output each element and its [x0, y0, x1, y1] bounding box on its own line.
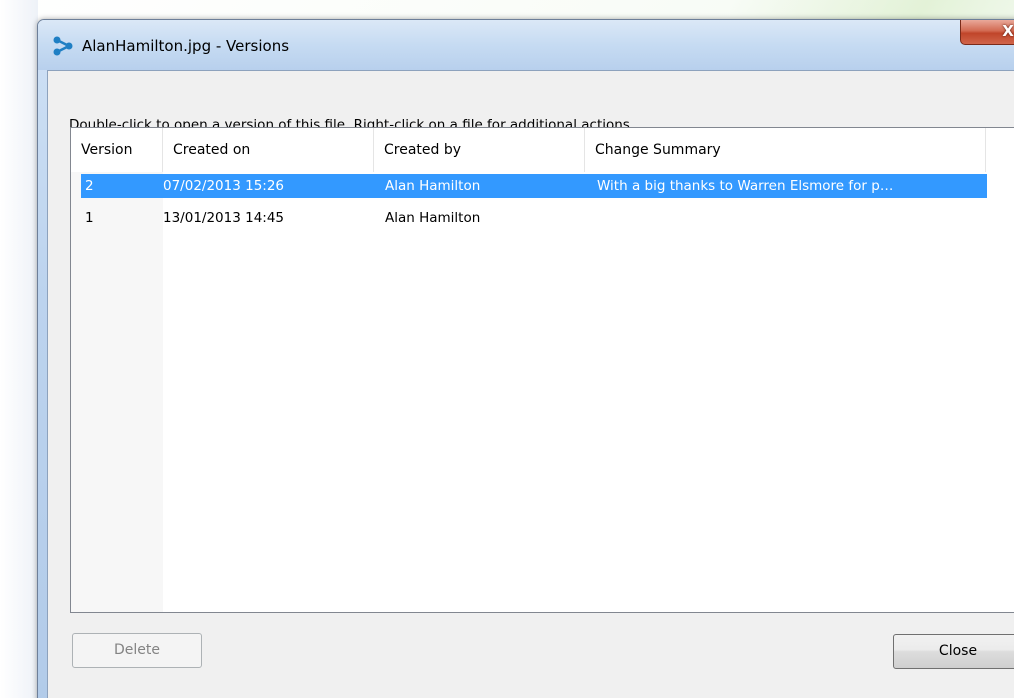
cell-created-on: 07/02/2013 15:26 — [163, 178, 285, 194]
column-header-created-by[interactable]: Created by — [374, 128, 585, 172]
column-header-change-summary[interactable]: Change Summary — [585, 128, 986, 172]
column-header-created-on[interactable]: Created on — [163, 128, 374, 172]
versions-list[interactable]: Version Created on Created by Change Sum… — [70, 127, 1014, 613]
column-header-version[interactable]: Version — [71, 128, 163, 172]
cell-change-summary — [597, 206, 983, 230]
cell-created-by: Alan Hamilton — [385, 178, 481, 194]
version-column-background — [71, 128, 163, 612]
delete-button[interactable]: Delete — [72, 633, 202, 668]
versions-branch-icon — [53, 36, 73, 56]
desktop-background-left — [0, 0, 38, 698]
cell-version: 1 — [85, 210, 94, 226]
cell-created-by: Alan Hamilton — [385, 210, 481, 226]
table-row[interactable]: 2 07/02/2013 15:26 Alan Hamilton With a … — [81, 174, 987, 198]
close-window-button[interactable]: X — [960, 20, 1014, 45]
cell-change-summary: With a big thanks to Warren Elsmore for … — [597, 178, 894, 194]
window-title: AlanHamilton.jpg - Versions — [82, 37, 290, 55]
list-header: Version Created on Created by Change Sum… — [71, 128, 1014, 172]
cell-created-on: 13/01/2013 14:45 — [163, 210, 285, 226]
table-row[interactable]: 1 13/01/2013 14:45 Alan Hamilton — [81, 206, 987, 230]
close-button[interactable]: Close — [893, 634, 1014, 669]
cell-version: 2 — [85, 178, 94, 194]
title-bar[interactable]: AlanHamilton.jpg - Versions — [38, 20, 1014, 70]
